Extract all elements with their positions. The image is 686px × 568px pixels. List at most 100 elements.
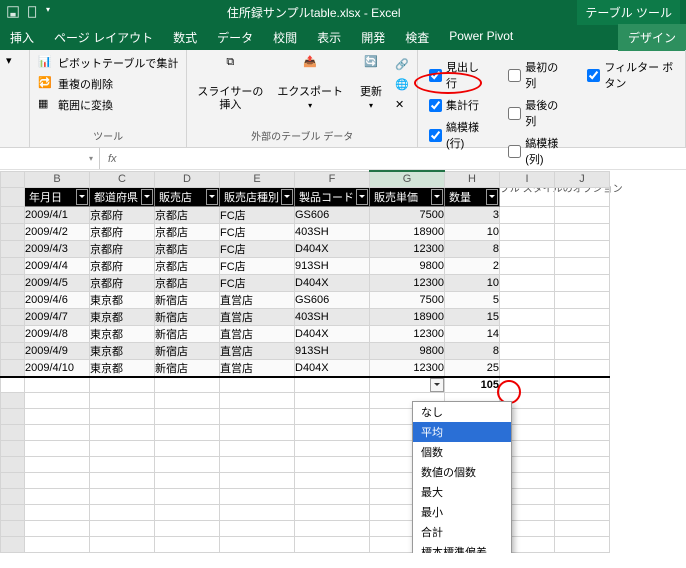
filter-button-checkbox[interactable]: フィルター ボタン	[586, 58, 675, 92]
tab-データ[interactable]: データ	[207, 24, 263, 51]
empty-cell[interactable]	[220, 441, 295, 457]
empty-cell[interactable]	[90, 441, 155, 457]
empty-cell[interactable]	[25, 409, 90, 425]
data-cell[interactable]: 15	[445, 308, 500, 325]
save-icon[interactable]	[6, 5, 20, 19]
filter-dropdown-icon[interactable]	[281, 189, 293, 205]
empty-cell[interactable]	[555, 441, 610, 457]
empty-cell[interactable]	[500, 308, 555, 325]
empty-cell[interactable]	[555, 206, 610, 223]
data-cell[interactable]: 18900	[370, 308, 445, 325]
empty-cell[interactable]	[220, 505, 295, 521]
row-header[interactable]	[1, 274, 25, 291]
total-cell[interactable]	[155, 377, 220, 393]
row-header[interactable]	[1, 240, 25, 257]
empty-cell[interactable]	[500, 342, 555, 359]
data-cell[interactable]: GS606	[295, 291, 370, 308]
data-cell[interactable]: 京都府	[90, 206, 155, 223]
col-header[interactable]: E	[220, 171, 295, 187]
data-cell[interactable]: D404X	[295, 359, 370, 377]
filter-dropdown-icon[interactable]	[356, 189, 368, 205]
empty-cell[interactable]	[295, 409, 370, 425]
empty-cell[interactable]	[90, 489, 155, 505]
total-cell[interactable]	[370, 377, 445, 393]
data-cell[interactable]: 2009/4/1	[25, 206, 90, 223]
empty-cell[interactable]	[500, 325, 555, 342]
table-column-header[interactable]: 年月日	[25, 187, 90, 206]
data-cell[interactable]: FC店	[220, 274, 295, 291]
tab-校閲[interactable]: 校閲	[263, 24, 307, 51]
empty-cell[interactable]	[90, 425, 155, 441]
col-header[interactable]: D	[155, 171, 220, 187]
data-cell[interactable]: 7500	[370, 206, 445, 223]
empty-cell[interactable]	[25, 441, 90, 457]
row-header[interactable]	[1, 257, 25, 274]
col-header[interactable]: G	[370, 171, 445, 187]
data-cell[interactable]: 12300	[370, 359, 445, 377]
new-icon[interactable]	[26, 5, 40, 19]
col-header[interactable]: C	[90, 171, 155, 187]
empty-cell[interactable]	[500, 223, 555, 240]
menu-item[interactable]: なし	[413, 402, 511, 422]
empty-cell[interactable]	[90, 537, 155, 553]
filter-dropdown-icon[interactable]	[141, 189, 153, 205]
empty-cell[interactable]	[25, 505, 90, 521]
data-cell[interactable]: 新宿店	[155, 291, 220, 308]
empty-cell[interactable]	[155, 473, 220, 489]
row-header[interactable]	[1, 325, 25, 342]
data-cell[interactable]: 東京都	[90, 325, 155, 342]
empty-cell[interactable]	[295, 505, 370, 521]
data-cell[interactable]: 直営店	[220, 342, 295, 359]
empty-cell[interactable]	[555, 393, 610, 409]
tab-Power Pivot[interactable]: Power Pivot	[439, 24, 523, 51]
data-cell[interactable]: 913SH	[295, 257, 370, 274]
data-cell[interactable]: FC店	[220, 223, 295, 240]
empty-cell[interactable]	[220, 457, 295, 473]
data-cell[interactable]: 8	[445, 342, 500, 359]
menu-item[interactable]: 最小	[413, 502, 511, 522]
table-column-header[interactable]: 販売店	[155, 187, 220, 206]
empty-cell[interactable]	[295, 441, 370, 457]
data-cell[interactable]: 新宿店	[155, 359, 220, 377]
menu-item[interactable]: 個数	[413, 442, 511, 462]
data-cell[interactable]: FC店	[220, 240, 295, 257]
convert-to-range-button[interactable]: ▦範囲に変換	[36, 96, 180, 114]
data-cell[interactable]: 京都店	[155, 274, 220, 291]
table-column-header[interactable]: 販売店種別	[220, 187, 295, 206]
empty-cell[interactable]	[555, 489, 610, 505]
data-cell[interactable]: 2009/4/7	[25, 308, 90, 325]
empty-cell[interactable]	[295, 393, 370, 409]
row-header[interactable]	[1, 223, 25, 240]
menu-item[interactable]: 標本標準偏差	[413, 542, 511, 553]
empty-cell[interactable]	[155, 409, 220, 425]
empty-cell[interactable]	[220, 521, 295, 537]
data-cell[interactable]: 9800	[370, 257, 445, 274]
data-cell[interactable]: 京都店	[155, 223, 220, 240]
empty-cell[interactable]	[155, 521, 220, 537]
empty-cell[interactable]	[555, 425, 610, 441]
data-cell[interactable]: 14	[445, 325, 500, 342]
total-cell[interactable]	[220, 377, 295, 393]
row-header[interactable]	[1, 206, 25, 223]
data-cell[interactable]: GS606	[295, 206, 370, 223]
total-cell[interactable]	[90, 377, 155, 393]
data-cell[interactable]: 3	[445, 206, 500, 223]
banded-cols-checkbox[interactable]: 縞模様 (列)	[507, 134, 566, 168]
data-cell[interactable]: D404X	[295, 274, 370, 291]
empty-cell[interactable]	[25, 425, 90, 441]
empty-cell[interactable]	[555, 325, 610, 342]
empty-cell[interactable]	[295, 473, 370, 489]
data-cell[interactable]: 京都店	[155, 206, 220, 223]
row-header[interactable]	[1, 291, 25, 308]
data-cell[interactable]: 18900	[370, 223, 445, 240]
empty-cell[interactable]	[220, 537, 295, 553]
data-cell[interactable]: 新宿店	[155, 325, 220, 342]
data-cell[interactable]: 直営店	[220, 291, 295, 308]
data-cell[interactable]: 京都店	[155, 240, 220, 257]
empty-cell[interactable]	[295, 489, 370, 505]
empty-cell[interactable]	[500, 359, 555, 377]
empty-cell[interactable]	[155, 425, 220, 441]
data-cell[interactable]: 2009/4/2	[25, 223, 90, 240]
data-cell[interactable]: 京都府	[90, 240, 155, 257]
data-cell[interactable]: D404X	[295, 325, 370, 342]
